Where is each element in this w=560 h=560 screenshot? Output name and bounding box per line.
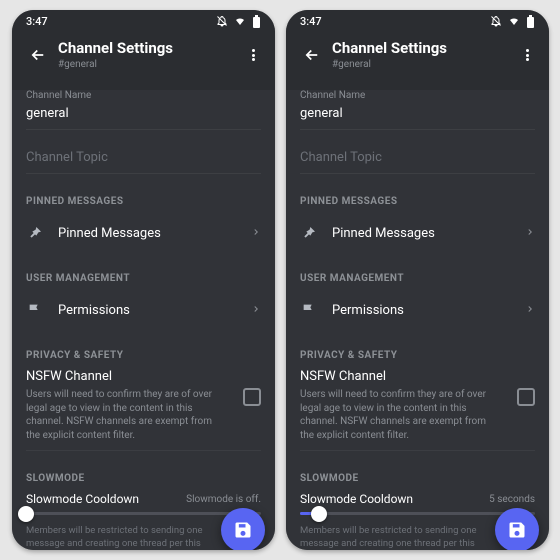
nsfw-title: NSFW Channel [26, 369, 261, 384]
header: Channel Settings #general [12, 32, 275, 78]
section-pinned: PINNED MESSAGES [300, 196, 535, 207]
content: Channel Name general Channel Topic PINNE… [286, 90, 549, 550]
save-fab[interactable] [495, 508, 539, 550]
slowmode-row: Slowmode Cooldown Slowmode is off. [26, 492, 261, 506]
section-pinned: PINNED MESSAGES [26, 196, 261, 207]
bell-off-icon [216, 15, 228, 27]
channel-topic-input[interactable]: Channel Topic [26, 130, 261, 174]
slowmode-label: Slowmode Cooldown [26, 492, 139, 506]
pin-icon [300, 224, 318, 242]
permissions-row[interactable]: Permissions [26, 292, 261, 328]
phone-left: 3:47 Channel Settings #general Channel N… [12, 10, 275, 550]
slider-knob[interactable] [18, 506, 34, 522]
page-subtitle: #general [58, 59, 237, 70]
back-button[interactable] [24, 41, 52, 69]
nsfw-block: NSFW Channel Users will need to confirm … [26, 369, 261, 442]
slowmode-row: Slowmode Cooldown 5 seconds [300, 492, 535, 506]
flag-icon [300, 301, 318, 319]
status-bar: 3:47 [12, 10, 275, 32]
status-icons [490, 15, 535, 28]
channel-topic-input[interactable]: Channel Topic [300, 130, 535, 174]
page-title: Channel Settings [332, 40, 511, 57]
pinned-messages-label: Pinned Messages [332, 226, 525, 241]
phone-right: 3:47 Channel Settings #general Channel N… [286, 10, 549, 550]
divider [26, 450, 261, 451]
save-icon [233, 520, 253, 540]
battery-icon [252, 15, 261, 28]
permissions-row[interactable]: Permissions [300, 292, 535, 328]
channel-name-label: Channel Name [300, 90, 535, 101]
page-title: Channel Settings [58, 40, 237, 57]
save-fab[interactable] [221, 508, 265, 550]
section-privacy: PRIVACY & SAFETY [300, 350, 535, 361]
page-subtitle: #general [332, 59, 511, 70]
pin-icon [26, 224, 44, 242]
arrow-left-icon [303, 46, 321, 64]
more-button[interactable] [511, 39, 543, 71]
flag-icon [26, 301, 44, 319]
wifi-icon [234, 15, 246, 27]
chevron-right-icon [525, 226, 535, 240]
section-privacy: PRIVACY & SAFETY [26, 350, 261, 361]
divider [300, 450, 535, 451]
save-icon [507, 520, 527, 540]
section-slowmode: SLOWMODE [300, 473, 535, 484]
section-user-mgmt: USER MANAGEMENT [26, 273, 261, 284]
slowmode-label: Slowmode Cooldown [300, 492, 413, 506]
slowmode-status: Slowmode is off. [186, 494, 261, 505]
more-dots-icon [526, 48, 529, 63]
pinned-messages-row[interactable]: Pinned Messages [26, 215, 261, 251]
status-time: 3:47 [26, 15, 48, 28]
pinned-messages-label: Pinned Messages [58, 226, 251, 241]
status-time: 3:47 [300, 15, 322, 28]
channel-name-input[interactable]: general [300, 101, 535, 130]
header: Channel Settings #general [286, 32, 549, 78]
slowmode-status: 5 seconds [489, 494, 535, 505]
chevron-right-icon [251, 303, 261, 317]
permissions-label: Permissions [58, 303, 251, 318]
nsfw-checkbox[interactable] [243, 388, 261, 406]
chevron-right-icon [525, 303, 535, 317]
status-icons [216, 15, 261, 28]
wifi-icon [508, 15, 520, 27]
channel-name-label: Channel Name [26, 90, 261, 101]
nsfw-desc: Users will need to confirm they are of o… [300, 388, 535, 442]
slider-knob[interactable] [311, 506, 327, 522]
nsfw-title: NSFW Channel [300, 369, 535, 384]
pinned-messages-row[interactable]: Pinned Messages [300, 215, 535, 251]
content: Channel Name general Channel Topic PINNE… [12, 90, 275, 550]
arrow-left-icon [29, 46, 47, 64]
status-bar: 3:47 [286, 10, 549, 32]
back-button[interactable] [298, 41, 326, 69]
channel-name-input[interactable]: general [26, 101, 261, 130]
more-button[interactable] [237, 39, 269, 71]
nsfw-checkbox[interactable] [517, 388, 535, 406]
battery-icon [526, 15, 535, 28]
chevron-right-icon [251, 226, 261, 240]
title-block: Channel Settings #general [332, 40, 511, 69]
nsfw-block: NSFW Channel Users will need to confirm … [300, 369, 535, 442]
nsfw-desc: Users will need to confirm they are of o… [26, 388, 261, 442]
section-user-mgmt: USER MANAGEMENT [300, 273, 535, 284]
permissions-label: Permissions [332, 303, 525, 318]
bell-off-icon [490, 15, 502, 27]
section-slowmode: SLOWMODE [26, 473, 261, 484]
more-dots-icon [252, 48, 255, 63]
title-block: Channel Settings #general [58, 40, 237, 69]
